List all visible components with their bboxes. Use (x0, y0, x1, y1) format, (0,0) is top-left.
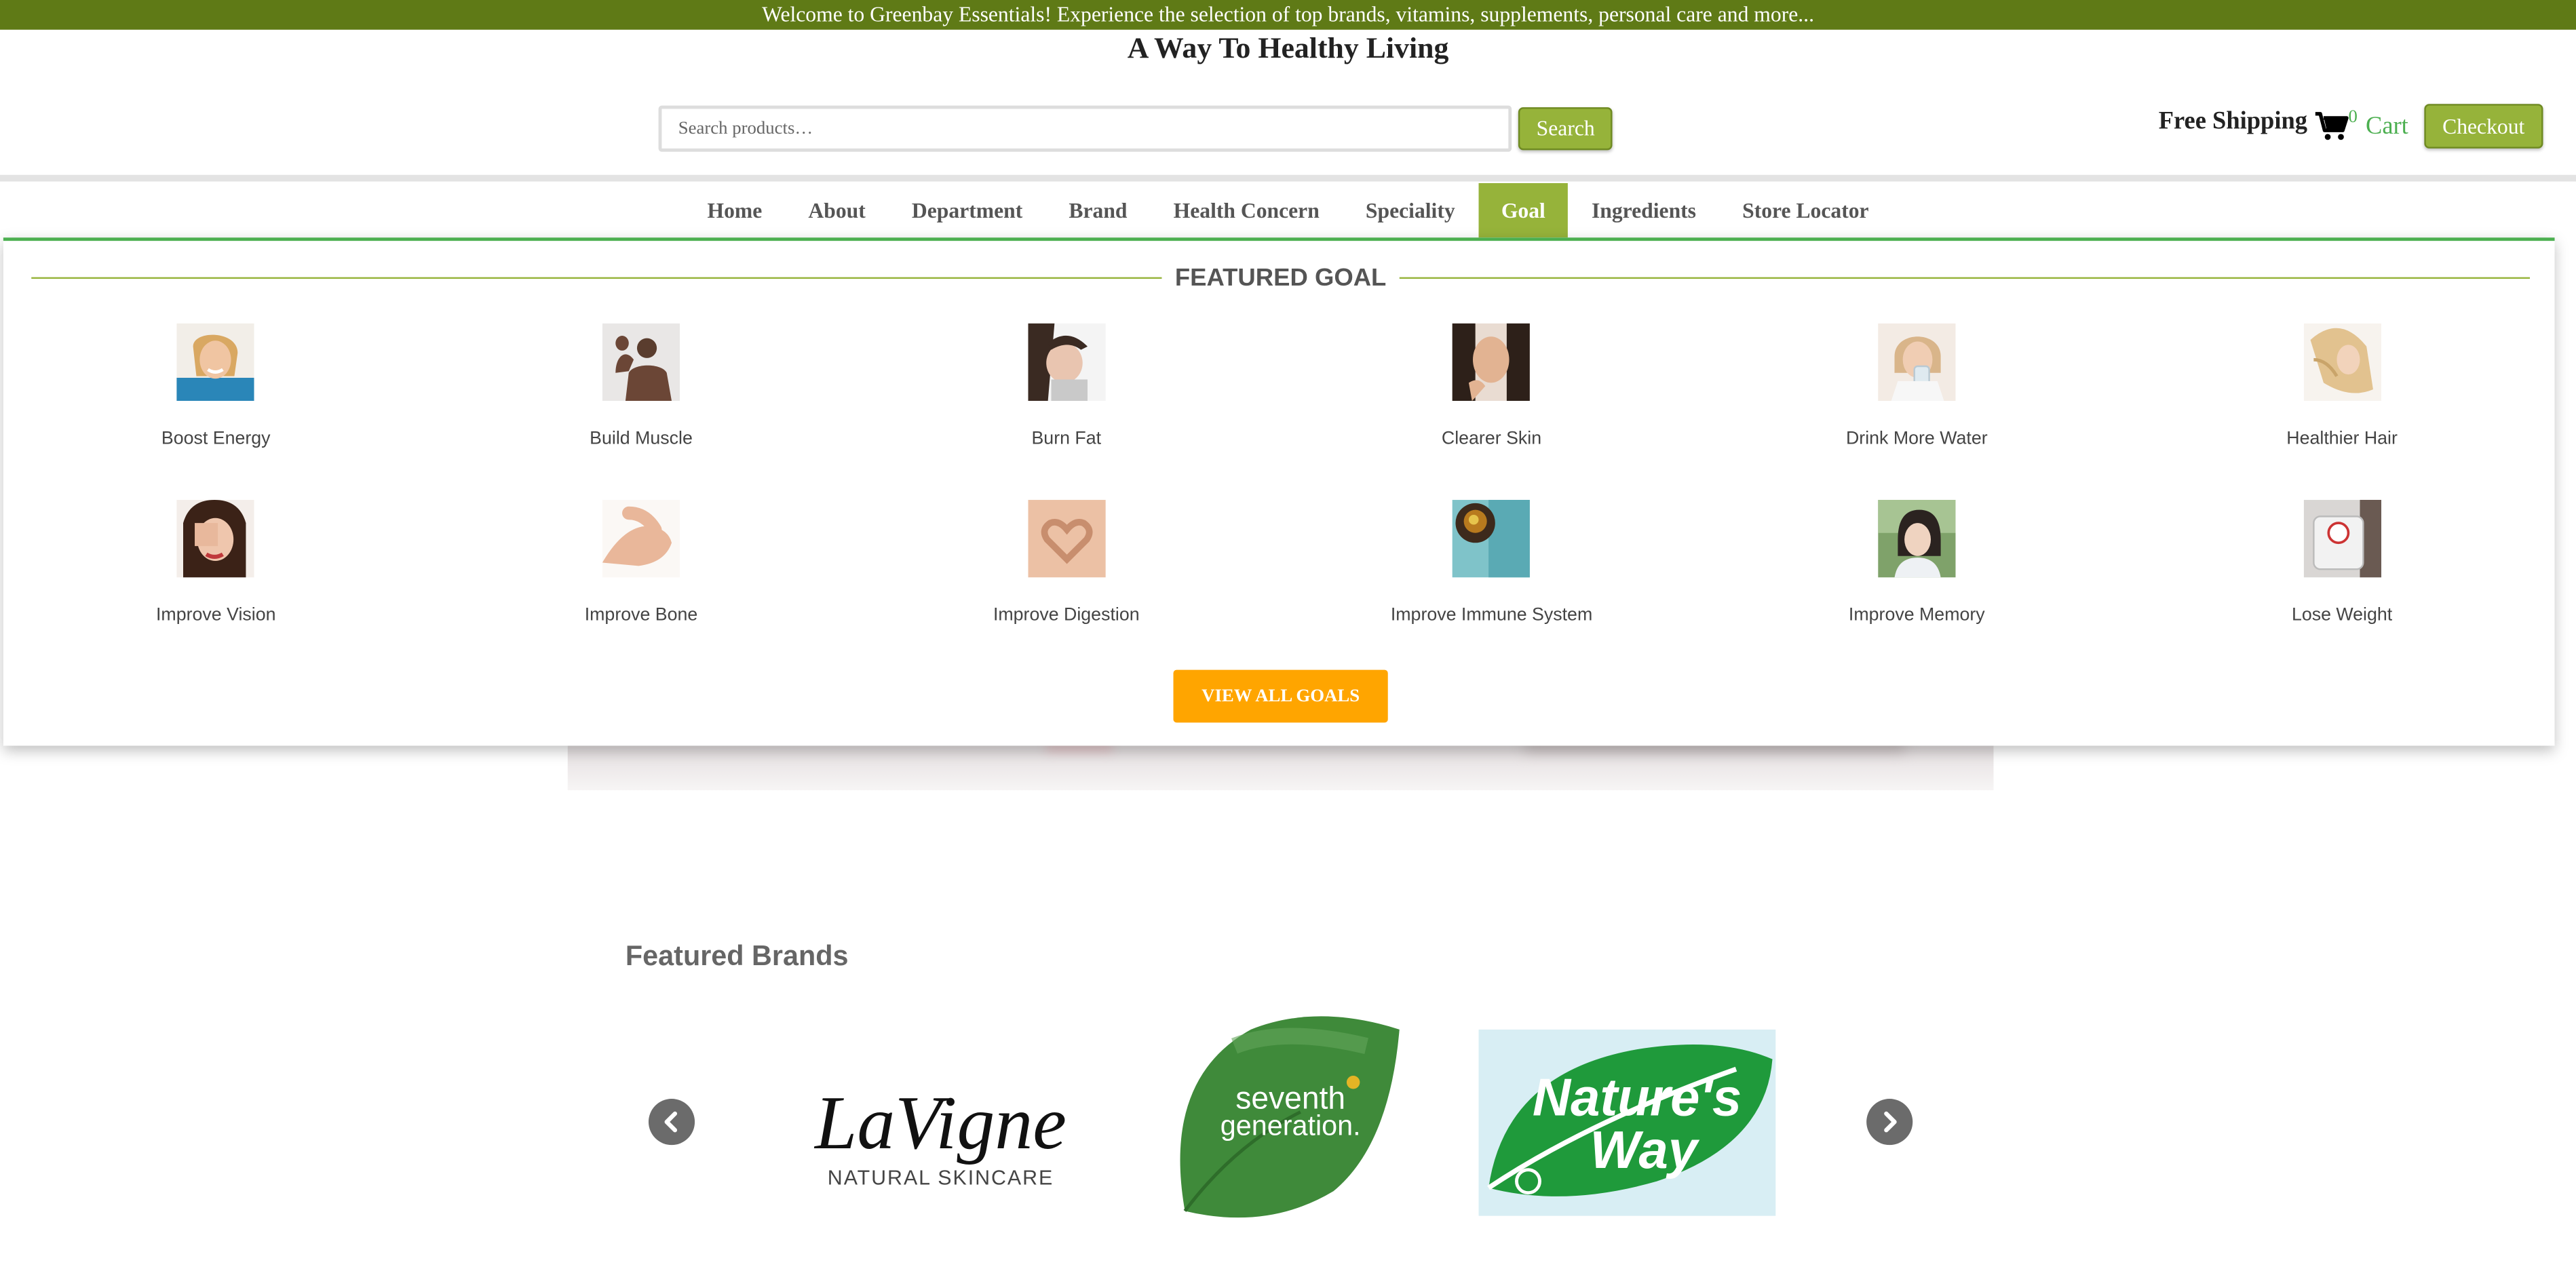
main-nav: Home About Department Brand Health Conce… (0, 183, 2576, 238)
header-divider (0, 174, 2576, 182)
heart-hands-belly-photo-icon (1027, 500, 1105, 578)
nav-about[interactable]: About (785, 183, 888, 237)
flexing-man-photo-icon (602, 323, 680, 402)
lavigne-logo-icon: LaVigne NATURAL SKINCARE (813, 1081, 1066, 1190)
carousel-prev-button[interactable] (648, 1099, 695, 1146)
goal-build-muscle[interactable]: Build Muscle (429, 323, 854, 449)
search-input[interactable] (658, 105, 1512, 152)
brand-name: LaVigne (813, 1081, 1066, 1165)
cart-label: Cart (2365, 113, 2408, 140)
goal-improve-immune-system[interactable]: Improve Immune System (1279, 500, 1704, 625)
page-root: Welcome to Greenbay Essentials! Experien… (0, 0, 2576, 1287)
chevron-left-icon (664, 1111, 678, 1133)
featured-brands-title: Featured Brands (625, 940, 849, 972)
goal-improve-memory[interactable]: Improve Memory (1704, 500, 2130, 625)
goal-label: Healthier Hair (2286, 429, 2398, 449)
nav-brand[interactable]: Brand (1045, 183, 1150, 237)
nav-speciality[interactable]: Speciality (1343, 183, 1478, 237)
goal-label: Improve Digestion (993, 605, 1140, 625)
nav-store-locator[interactable]: Store Locator (1719, 183, 1892, 237)
goal-boost-energy[interactable]: Boost Energy (3, 323, 429, 449)
tea-and-scarf-photo-icon (1453, 500, 1531, 578)
brand-subtitle: NATURAL SKINCARE (828, 1167, 1054, 1190)
goal-improve-digestion[interactable]: Improve Digestion (853, 500, 1279, 625)
elbow-joint-photo-icon (602, 500, 680, 578)
goal-burn-fat[interactable]: Burn Fat (853, 323, 1279, 449)
goal-lose-weight[interactable]: Lose Weight (2130, 500, 2555, 625)
goal-label: Boost Energy (161, 429, 271, 449)
smiling-woman-photo-icon (177, 323, 255, 402)
brand-logo-lavigne[interactable]: LaVigne NATURAL SKINCARE (792, 1033, 1090, 1215)
goal-row: Boost Energy Build Muscle Burn Fat Clear… (3, 323, 2555, 449)
natures-way-leaf-logo-icon: Nature's Way (1478, 1029, 1776, 1216)
cart-link[interactable]: 0 Cart (2313, 107, 2408, 142)
brand-name: Nature's (1533, 1068, 1742, 1127)
brand-logo-natures-way[interactable]: Nature's Way (1478, 1029, 1776, 1216)
woman-drinking-water-photo-icon (1878, 323, 1956, 402)
checkout-button[interactable]: Checkout (2424, 104, 2543, 149)
thinking-woman-photo-icon (1878, 500, 1956, 578)
divider-line (1399, 277, 2531, 279)
goal-label: Build Muscle (590, 429, 693, 449)
cart-count: 0 (2348, 107, 2358, 128)
seventh-generation-leaf-logo-icon: seventh generation. (1180, 1016, 1400, 1218)
goal-improve-bone[interactable]: Improve Bone (429, 500, 854, 625)
brand-subtitle: generation. (1220, 1110, 1361, 1141)
mega-menu-title: FEATURED GOAL (1174, 264, 1387, 292)
woman-covering-eye-photo-icon (177, 500, 255, 578)
view-all-goals-button[interactable]: VIEW ALL GOALS (1173, 669, 1388, 723)
goal-label: Improve Bone (584, 605, 698, 625)
goal-label: Improve Immune System (1390, 605, 1593, 625)
bathroom-scale-photo-icon (2303, 500, 2381, 578)
woman-face-photo-icon (1453, 323, 1531, 402)
nav-department[interactable]: Department (889, 183, 1045, 237)
nav-health-concern[interactable]: Health Concern (1151, 183, 1343, 237)
goal-label: Improve Vision (155, 605, 276, 625)
nav-home[interactable]: Home (684, 183, 785, 237)
brand-subtitle: Way (1590, 1121, 1699, 1179)
goal-label: Lose Weight (2291, 605, 2393, 625)
goal-row: Improve Vision Improve Bone Improve Dige… (3, 500, 2555, 625)
nav-ingredients[interactable]: Ingredients (1569, 183, 1719, 237)
site-tagline: A Way To Healthy Living (1127, 31, 1449, 64)
mega-menu-heading: FEATURED GOAL (31, 264, 2531, 292)
goal-clearer-skin[interactable]: Clearer Skin (1279, 323, 1704, 449)
goal-label: Burn Fat (1031, 429, 1102, 449)
woman-resting-photo-icon (1027, 323, 1105, 402)
search-button[interactable]: Search (1518, 107, 1613, 151)
brand-logo-seventh-generation[interactable]: seventh generation. (1168, 1013, 1409, 1221)
goal-mega-menu: FEATURED GOAL Boost Energy Build Muscle (3, 237, 2555, 746)
goal-drink-more-water[interactable]: Drink More Water (1704, 323, 2130, 449)
goal-label: Improve Memory (1848, 605, 1985, 625)
cart-icon (2315, 112, 2349, 140)
goal-improve-vision[interactable]: Improve Vision (3, 500, 429, 625)
search-bar: Search (658, 105, 1613, 152)
woman-hair-photo-icon (2303, 323, 2381, 402)
free-shipping-text: Free Shipping (2158, 109, 2308, 136)
chevron-right-icon (1884, 1111, 1897, 1133)
goal-label: Drink More Water (1845, 429, 1988, 449)
goal-label: Clearer Skin (1441, 429, 1542, 449)
nav-goal[interactable]: Goal (1478, 183, 1569, 238)
welcome-banner: Welcome to Greenbay Essentials! Experien… (0, 0, 2576, 30)
goal-healthier-hair[interactable]: Healthier Hair (2130, 323, 2555, 449)
carousel-next-button[interactable] (1866, 1099, 1913, 1146)
divider-line (31, 277, 1162, 279)
